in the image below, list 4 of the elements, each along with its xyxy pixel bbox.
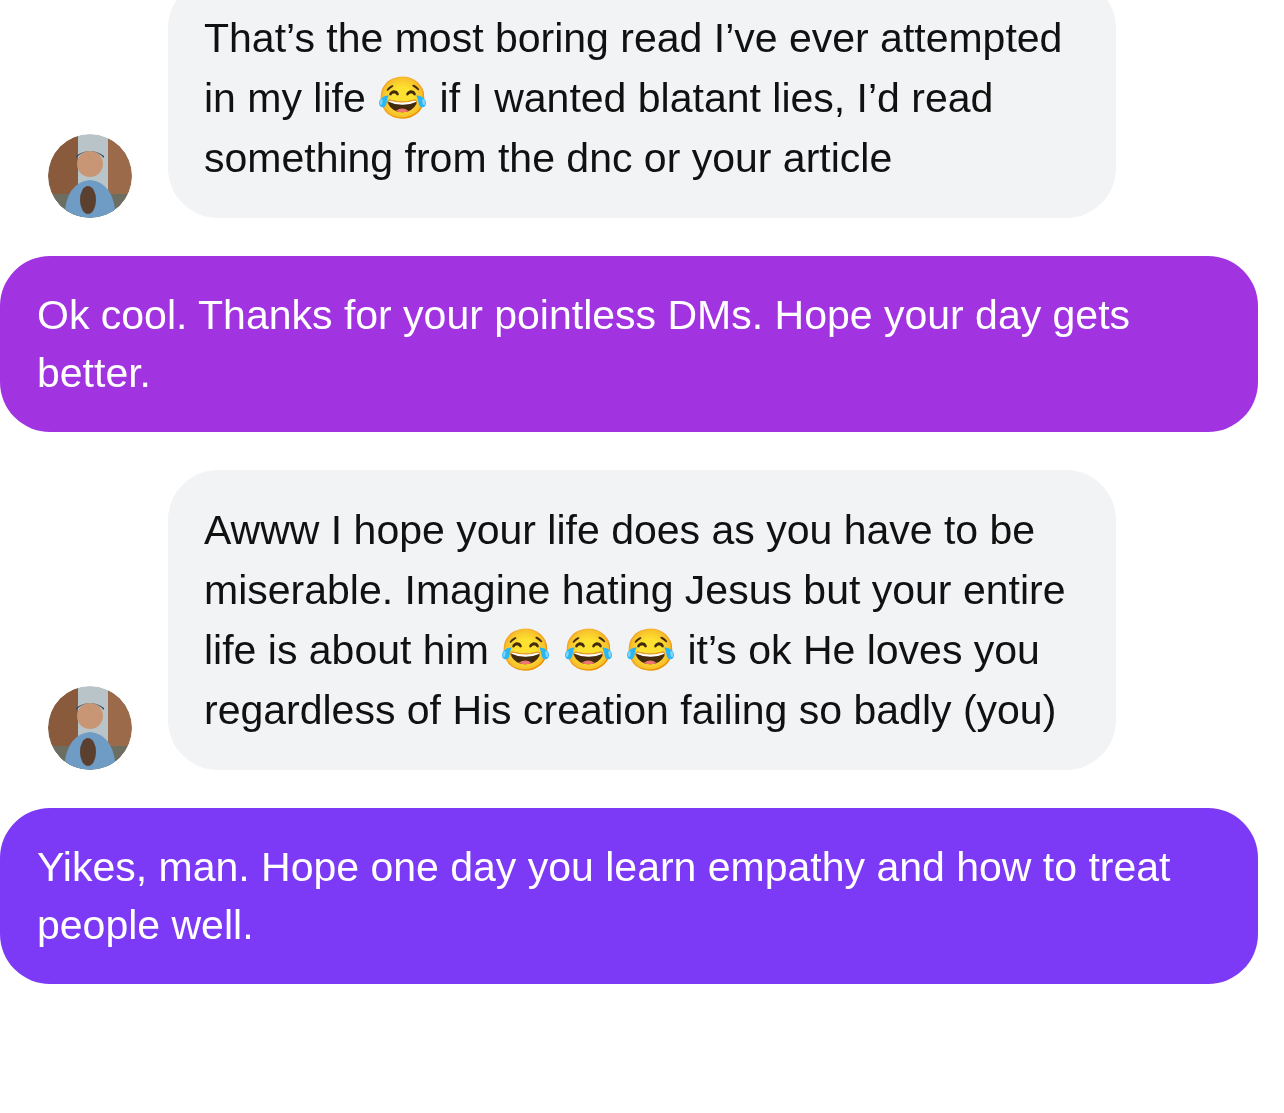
message-bubble: Awww I hope your life does as you have to be miserable. Imagine hating Jesus but your entire life is about him 😂 😂 😂 it’s ok He loves you regardless of His creation failing so badly (you) bbox=[168, 470, 1116, 770]
message-bubble: Ok cool. Thanks for your pointless DMs. Hope your day gets better. bbox=[0, 256, 1258, 432]
message-bubble: Yikes, man. Hope one day you learn empathy and how to treat people well. bbox=[0, 808, 1258, 984]
message-bubble: That’s the most boring read I’ve ever attempted in my life 😂 if I wanted blatant lies, I’d read something from the dnc or your article bbox=[168, 0, 1116, 218]
